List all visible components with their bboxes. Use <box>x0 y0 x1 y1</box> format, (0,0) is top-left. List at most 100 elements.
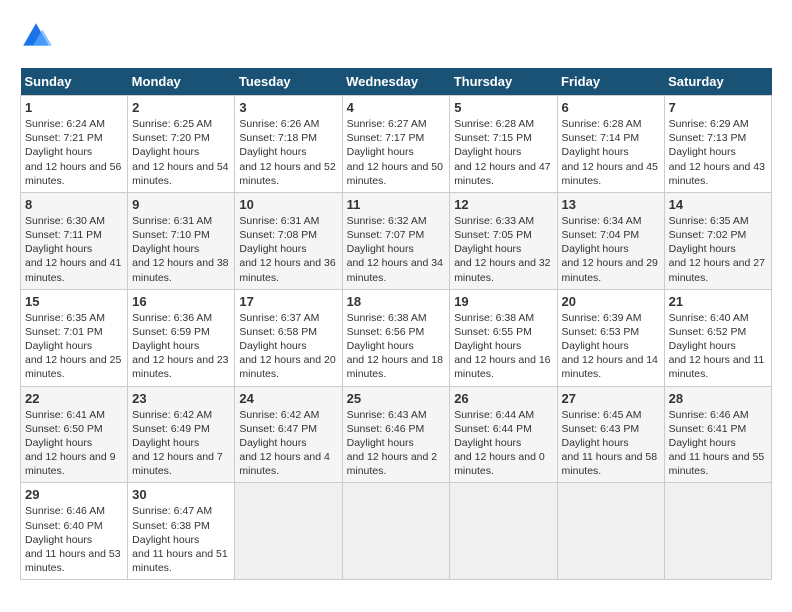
calendar-cell: 8 Sunrise: 6:30 AMSunset: 7:11 PMDayligh… <box>21 192 128 289</box>
calendar-cell: 24 Sunrise: 6:42 AMSunset: 6:47 PMDaylig… <box>235 386 342 483</box>
weekday-friday: Friday <box>557 68 664 96</box>
calendar-cell: 27 Sunrise: 6:45 AMSunset: 6:43 PMDaylig… <box>557 386 664 483</box>
day-number: 5 <box>454 100 552 115</box>
calendar-cell: 23 Sunrise: 6:42 AMSunset: 6:49 PMDaylig… <box>128 386 235 483</box>
cell-text: Sunrise: 6:27 AMSunset: 7:17 PMDaylight … <box>347 118 443 187</box>
calendar-week-row: 29 Sunrise: 6:46 AMSunset: 6:40 PMDaylig… <box>21 483 772 580</box>
cell-text: Sunrise: 6:33 AMSunset: 7:05 PMDaylight … <box>454 215 550 284</box>
calendar-cell: 17 Sunrise: 6:37 AMSunset: 6:58 PMDaylig… <box>235 289 342 386</box>
calendar-cell: 13 Sunrise: 6:34 AMSunset: 7:04 PMDaylig… <box>557 192 664 289</box>
cell-text: Sunrise: 6:31 AMSunset: 7:08 PMDaylight … <box>239 215 335 284</box>
cell-text: Sunrise: 6:37 AMSunset: 6:58 PMDaylight … <box>239 312 335 381</box>
weekday-header-row: SundayMondayTuesdayWednesdayThursdayFrid… <box>21 68 772 96</box>
calendar-cell: 10 Sunrise: 6:31 AMSunset: 7:08 PMDaylig… <box>235 192 342 289</box>
calendar-cell: 19 Sunrise: 6:38 AMSunset: 6:55 PMDaylig… <box>450 289 557 386</box>
day-number: 21 <box>669 294 767 309</box>
calendar-cell: 20 Sunrise: 6:39 AMSunset: 6:53 PMDaylig… <box>557 289 664 386</box>
cell-text: Sunrise: 6:39 AMSunset: 6:53 PMDaylight … <box>562 312 658 381</box>
day-number: 29 <box>25 487 123 502</box>
day-number: 27 <box>562 391 660 406</box>
day-number: 6 <box>562 100 660 115</box>
calendar-cell: 21 Sunrise: 6:40 AMSunset: 6:52 PMDaylig… <box>664 289 771 386</box>
cell-text: Sunrise: 6:42 AMSunset: 6:47 PMDaylight … <box>239 409 330 478</box>
calendar-cell: 15 Sunrise: 6:35 AMSunset: 7:01 PMDaylig… <box>21 289 128 386</box>
cell-text: Sunrise: 6:38 AMSunset: 6:56 PMDaylight … <box>347 312 443 381</box>
cell-text: Sunrise: 6:41 AMSunset: 6:50 PMDaylight … <box>25 409 116 478</box>
calendar-cell <box>342 483 450 580</box>
calendar-week-row: 8 Sunrise: 6:30 AMSunset: 7:11 PMDayligh… <box>21 192 772 289</box>
cell-text: Sunrise: 6:42 AMSunset: 6:49 PMDaylight … <box>132 409 223 478</box>
calendar-cell: 4 Sunrise: 6:27 AMSunset: 7:17 PMDayligh… <box>342 96 450 193</box>
calendar-cell: 28 Sunrise: 6:46 AMSunset: 6:41 PMDaylig… <box>664 386 771 483</box>
day-number: 11 <box>347 197 446 212</box>
cell-text: Sunrise: 6:35 AMSunset: 7:02 PMDaylight … <box>669 215 765 284</box>
day-number: 13 <box>562 197 660 212</box>
logo-icon <box>20 20 52 52</box>
cell-text: Sunrise: 6:34 AMSunset: 7:04 PMDaylight … <box>562 215 658 284</box>
cell-text: Sunrise: 6:28 AMSunset: 7:14 PMDaylight … <box>562 118 658 187</box>
day-number: 26 <box>454 391 552 406</box>
calendar-cell: 11 Sunrise: 6:32 AMSunset: 7:07 PMDaylig… <box>342 192 450 289</box>
calendar-cell: 7 Sunrise: 6:29 AMSunset: 7:13 PMDayligh… <box>664 96 771 193</box>
day-number: 16 <box>132 294 230 309</box>
calendar-cell: 25 Sunrise: 6:43 AMSunset: 6:46 PMDaylig… <box>342 386 450 483</box>
day-number: 4 <box>347 100 446 115</box>
day-number: 1 <box>25 100 123 115</box>
cell-text: Sunrise: 6:28 AMSunset: 7:15 PMDaylight … <box>454 118 550 187</box>
day-number: 2 <box>132 100 230 115</box>
calendar-week-row: 22 Sunrise: 6:41 AMSunset: 6:50 PMDaylig… <box>21 386 772 483</box>
day-number: 24 <box>239 391 337 406</box>
weekday-wednesday: Wednesday <box>342 68 450 96</box>
cell-text: Sunrise: 6:46 AMSunset: 6:41 PMDaylight … <box>669 409 765 478</box>
cell-text: Sunrise: 6:26 AMSunset: 7:18 PMDaylight … <box>239 118 335 187</box>
cell-text: Sunrise: 6:25 AMSunset: 7:20 PMDaylight … <box>132 118 228 187</box>
calendar-cell <box>450 483 557 580</box>
day-number: 15 <box>25 294 123 309</box>
day-number: 14 <box>669 197 767 212</box>
day-number: 30 <box>132 487 230 502</box>
calendar-week-row: 1 Sunrise: 6:24 AMSunset: 7:21 PMDayligh… <box>21 96 772 193</box>
calendar-cell: 14 Sunrise: 6:35 AMSunset: 7:02 PMDaylig… <box>664 192 771 289</box>
cell-text: Sunrise: 6:29 AMSunset: 7:13 PMDaylight … <box>669 118 765 187</box>
calendar-body: 1 Sunrise: 6:24 AMSunset: 7:21 PMDayligh… <box>21 96 772 580</box>
calendar-cell: 5 Sunrise: 6:28 AMSunset: 7:15 PMDayligh… <box>450 96 557 193</box>
calendar-cell: 30 Sunrise: 6:47 AMSunset: 6:38 PMDaylig… <box>128 483 235 580</box>
day-number: 18 <box>347 294 446 309</box>
cell-text: Sunrise: 6:45 AMSunset: 6:43 PMDaylight … <box>562 409 658 478</box>
day-number: 3 <box>239 100 337 115</box>
cell-text: Sunrise: 6:35 AMSunset: 7:01 PMDaylight … <box>25 312 121 381</box>
day-number: 8 <box>25 197 123 212</box>
cell-text: Sunrise: 6:47 AMSunset: 6:38 PMDaylight … <box>132 505 228 574</box>
day-number: 25 <box>347 391 446 406</box>
day-number: 23 <box>132 391 230 406</box>
calendar-table: SundayMondayTuesdayWednesdayThursdayFrid… <box>20 68 772 580</box>
day-number: 10 <box>239 197 337 212</box>
calendar-cell: 1 Sunrise: 6:24 AMSunset: 7:21 PMDayligh… <box>21 96 128 193</box>
cell-text: Sunrise: 6:31 AMSunset: 7:10 PMDaylight … <box>132 215 228 284</box>
cell-text: Sunrise: 6:46 AMSunset: 6:40 PMDaylight … <box>25 505 121 574</box>
calendar-cell: 12 Sunrise: 6:33 AMSunset: 7:05 PMDaylig… <box>450 192 557 289</box>
weekday-thursday: Thursday <box>450 68 557 96</box>
cell-text: Sunrise: 6:36 AMSunset: 6:59 PMDaylight … <box>132 312 228 381</box>
weekday-tuesday: Tuesday <box>235 68 342 96</box>
weekday-sunday: Sunday <box>21 68 128 96</box>
cell-text: Sunrise: 6:24 AMSunset: 7:21 PMDaylight … <box>25 118 121 187</box>
day-number: 17 <box>239 294 337 309</box>
cell-text: Sunrise: 6:32 AMSunset: 7:07 PMDaylight … <box>347 215 443 284</box>
day-number: 19 <box>454 294 552 309</box>
cell-text: Sunrise: 6:43 AMSunset: 6:46 PMDaylight … <box>347 409 438 478</box>
logo <box>20 20 58 52</box>
calendar-cell: 3 Sunrise: 6:26 AMSunset: 7:18 PMDayligh… <box>235 96 342 193</box>
day-number: 28 <box>669 391 767 406</box>
day-number: 7 <box>669 100 767 115</box>
weekday-monday: Monday <box>128 68 235 96</box>
calendar-cell: 29 Sunrise: 6:46 AMSunset: 6:40 PMDaylig… <box>21 483 128 580</box>
day-number: 9 <box>132 197 230 212</box>
calendar-cell: 18 Sunrise: 6:38 AMSunset: 6:56 PMDaylig… <box>342 289 450 386</box>
cell-text: Sunrise: 6:38 AMSunset: 6:55 PMDaylight … <box>454 312 550 381</box>
calendar-week-row: 15 Sunrise: 6:35 AMSunset: 7:01 PMDaylig… <box>21 289 772 386</box>
calendar-cell <box>557 483 664 580</box>
day-number: 20 <box>562 294 660 309</box>
calendar-cell: 22 Sunrise: 6:41 AMSunset: 6:50 PMDaylig… <box>21 386 128 483</box>
calendar-cell <box>664 483 771 580</box>
